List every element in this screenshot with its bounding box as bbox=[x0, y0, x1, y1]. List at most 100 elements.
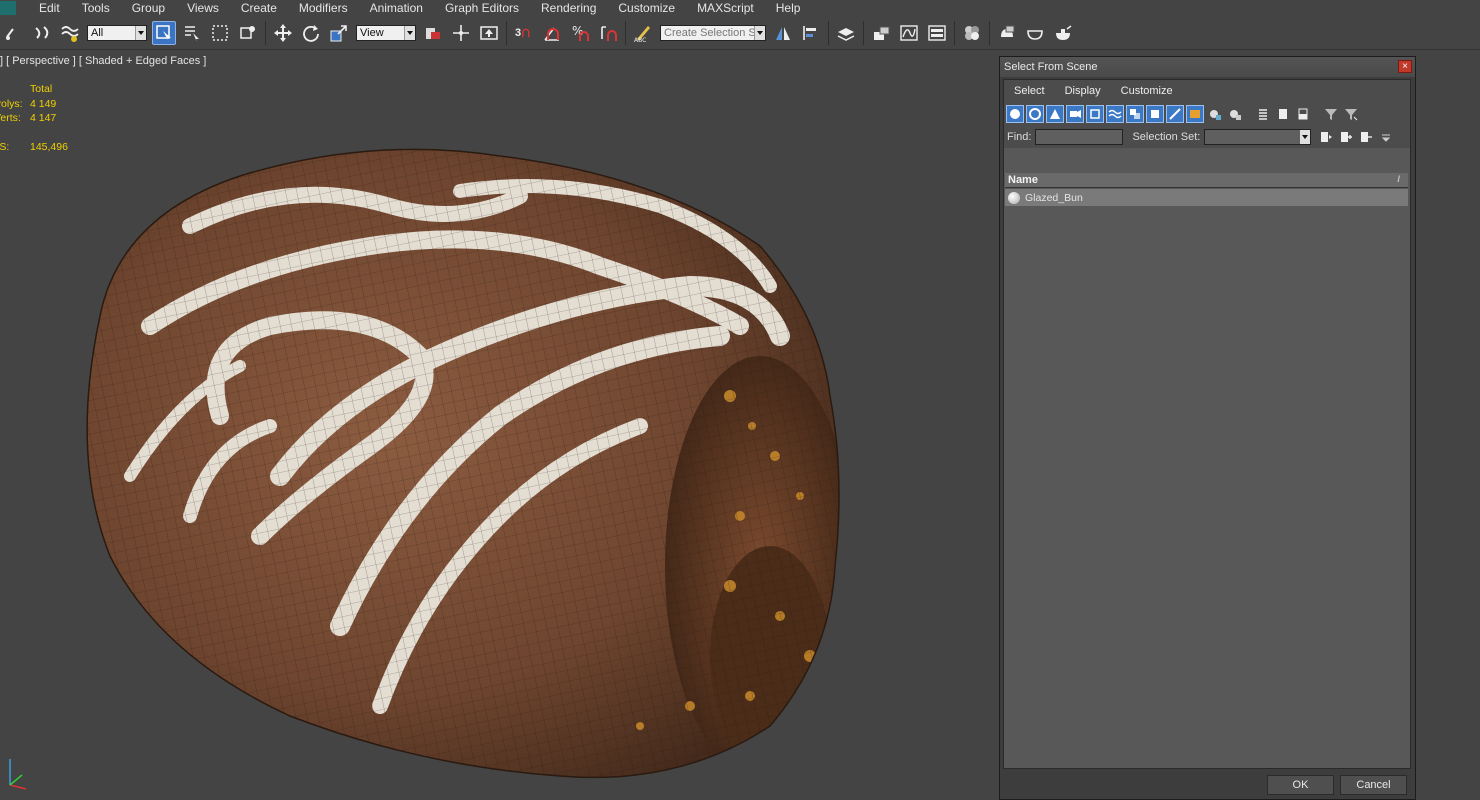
angle-snap-icon[interactable] bbox=[540, 21, 564, 45]
material-editor-icon[interactable] bbox=[960, 21, 984, 45]
dialog-titlebar[interactable]: Select From Scene × bbox=[1000, 57, 1415, 77]
column-header-name[interactable]: Name / bbox=[1005, 173, 1408, 188]
named-selection-dropdown[interactable]: Create Selection Se bbox=[660, 24, 766, 41]
list-item[interactable]: Glazed_Bun bbox=[1005, 189, 1408, 206]
dialog-menu-display[interactable]: Display bbox=[1055, 85, 1111, 97]
percent-snap-icon[interactable]: % bbox=[568, 21, 592, 45]
render-production-icon[interactable] bbox=[1051, 21, 1075, 45]
toolbar-separator bbox=[954, 20, 955, 45]
unlink-icon[interactable] bbox=[30, 21, 54, 45]
toolbar-separator bbox=[828, 20, 829, 45]
toolbar-overflow-icon[interactable] bbox=[1377, 128, 1395, 146]
bones-filter-icon[interactable] bbox=[1166, 105, 1184, 123]
ok-button[interactable]: OK bbox=[1267, 775, 1334, 795]
chevron-down-icon bbox=[404, 25, 415, 40]
scene-explorer-icon[interactable] bbox=[869, 21, 893, 45]
menu-maxscript[interactable]: MAXScript bbox=[686, 0, 765, 16]
menu-help[interactable]: Help bbox=[765, 0, 812, 16]
object-name: Glazed_Bun bbox=[1025, 191, 1083, 204]
lights-filter-icon[interactable] bbox=[1046, 105, 1064, 123]
groups-filter-icon[interactable] bbox=[1126, 105, 1144, 123]
containers-filter-icon[interactable] bbox=[1186, 105, 1204, 123]
stats-header: Total bbox=[30, 83, 53, 95]
rotate-icon[interactable] bbox=[299, 21, 323, 45]
app-logo[interactable] bbox=[0, 1, 16, 15]
render-setup-icon[interactable] bbox=[995, 21, 1019, 45]
display-all-icon[interactable] bbox=[1254, 105, 1272, 123]
layer-manager-icon[interactable] bbox=[834, 21, 858, 45]
dialog-menu-customize[interactable]: Customize bbox=[1111, 85, 1183, 97]
viewport-label[interactable]: ] [ Perspective ] [ Shaded + Edged Faces… bbox=[0, 55, 206, 67]
curve-editor-icon[interactable] bbox=[897, 21, 921, 45]
menu-tools[interactable]: Tools bbox=[71, 0, 121, 16]
filter-options-icon[interactable] bbox=[1342, 105, 1360, 123]
rectangular-selection-icon[interactable] bbox=[208, 21, 232, 45]
mirror-icon[interactable] bbox=[771, 21, 795, 45]
remove-from-selection-set-icon[interactable] bbox=[1357, 128, 1375, 146]
spinner-snap-icon[interactable] bbox=[596, 21, 620, 45]
close-button[interactable]: × bbox=[1398, 60, 1412, 73]
new-selection-set-icon[interactable] bbox=[1317, 128, 1335, 146]
find-input[interactable] bbox=[1035, 129, 1124, 145]
hidden-filter-icon[interactable] bbox=[1226, 105, 1244, 123]
helpers-filter-icon[interactable] bbox=[1086, 105, 1104, 123]
keyboard-shortcut-override-icon[interactable] bbox=[477, 21, 501, 45]
menu-customize[interactable]: Customize bbox=[607, 0, 686, 16]
cancel-button[interactable]: Cancel bbox=[1340, 775, 1407, 795]
dialog-title: Select From Scene bbox=[1004, 61, 1098, 73]
named-selection-placeholder: Create Selection Se bbox=[664, 26, 762, 39]
main-toolbar: All View 3 % ABC Create Selection Se bbox=[0, 16, 1480, 50]
reference-coord-dropdown[interactable]: View bbox=[356, 24, 416, 41]
stats-verts-label: Verts: bbox=[0, 112, 21, 124]
add-to-selection-set-icon[interactable] bbox=[1337, 128, 1355, 146]
menu-create[interactable]: Create bbox=[230, 0, 288, 16]
chevron-down-icon bbox=[1300, 130, 1311, 144]
move-icon[interactable] bbox=[271, 21, 295, 45]
column-header-label: Name bbox=[1008, 174, 1038, 186]
menu-bar: Edit Tools Group Views Create Modifiers … bbox=[0, 0, 1480, 16]
menu-group[interactable]: Group bbox=[121, 0, 176, 16]
stats-polys-label: Polys: bbox=[0, 97, 23, 110]
dialog-body: Select Display Customize Find: Selection… bbox=[1003, 79, 1411, 769]
space-warps-filter-icon[interactable] bbox=[1106, 105, 1124, 123]
xrefs-filter-icon[interactable] bbox=[1146, 105, 1164, 123]
sort-indicator-icon: / bbox=[1397, 174, 1400, 184]
close-icon: × bbox=[1402, 60, 1408, 72]
schematic-view-icon[interactable] bbox=[925, 21, 949, 45]
menu-graph-editors[interactable]: Graph Editors bbox=[434, 0, 530, 16]
invert-display-icon[interactable] bbox=[1294, 105, 1312, 123]
selection-set-dropdown[interactable] bbox=[1204, 129, 1312, 145]
window-crossing-icon[interactable] bbox=[236, 21, 260, 45]
filter-icon[interactable] bbox=[1322, 105, 1340, 123]
find-label: Find: bbox=[1007, 131, 1032, 143]
menu-animation[interactable]: Animation bbox=[359, 0, 434, 16]
bind-space-warp-icon[interactable] bbox=[58, 21, 82, 45]
snap-toggle-icon[interactable]: 3 bbox=[512, 21, 536, 45]
scale-icon[interactable] bbox=[327, 21, 351, 45]
svg-text:%: % bbox=[572, 24, 583, 38]
svg-text:ABC: ABC bbox=[634, 37, 646, 43]
menu-views[interactable]: Views bbox=[176, 0, 230, 16]
menu-edit[interactable]: Edit bbox=[28, 0, 71, 16]
menu-rendering[interactable]: Rendering bbox=[530, 0, 607, 16]
link-icon[interactable] bbox=[2, 21, 26, 45]
selection-filter-dropdown[interactable]: All bbox=[87, 24, 147, 41]
pivot-center-icon[interactable] bbox=[421, 21, 445, 45]
edit-named-selection-icon[interactable]: ABC bbox=[631, 21, 655, 45]
stats-fps-label: FPS: bbox=[0, 140, 10, 153]
select-by-name-icon[interactable] bbox=[180, 21, 204, 45]
menu-modifiers[interactable]: Modifiers bbox=[288, 0, 359, 16]
select-and-manipulate-icon[interactable] bbox=[449, 21, 473, 45]
glazed-bun-model[interactable] bbox=[40, 96, 850, 786]
dialog-menu-select[interactable]: Select bbox=[1004, 85, 1055, 97]
geometry-filter-icon[interactable] bbox=[1006, 105, 1024, 123]
shapes-filter-icon[interactable] bbox=[1026, 105, 1044, 123]
frozen-filter-icon[interactable] bbox=[1206, 105, 1224, 123]
display-none-icon[interactable] bbox=[1274, 105, 1292, 123]
select-object-icon[interactable] bbox=[152, 20, 176, 45]
rendered-frame-window-icon[interactable] bbox=[1023, 21, 1047, 45]
align-icon[interactable] bbox=[799, 21, 823, 45]
dialog-footer: OK Cancel bbox=[1000, 771, 1415, 799]
geometry-object-icon bbox=[1008, 191, 1020, 204]
cameras-filter-icon[interactable] bbox=[1066, 105, 1084, 123]
